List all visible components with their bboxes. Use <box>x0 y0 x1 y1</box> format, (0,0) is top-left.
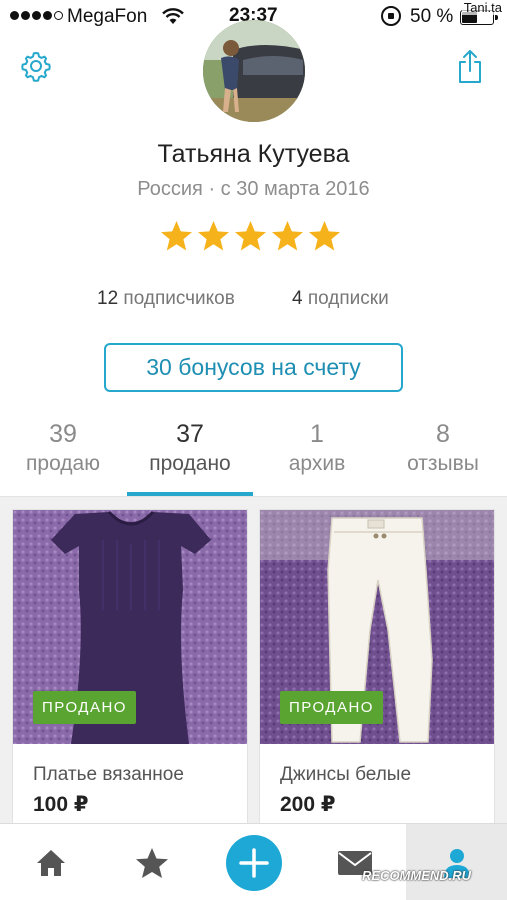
sold-badge: ПРОДАНО <box>33 691 136 724</box>
signal-strength-icon <box>10 11 63 20</box>
nav-messages[interactable] <box>304 824 405 900</box>
rating-star-icon <box>198 221 229 251</box>
listing-card[interactable]: ПРОДАНО Платье вязанное 100 ₽ <box>12 509 248 829</box>
star-icon <box>135 847 168 878</box>
followers-label: подписчиков <box>123 288 235 309</box>
tab-reviews[interactable]: 8 отзывы <box>380 418 506 476</box>
tab-label: архив <box>288 452 346 475</box>
bonus-button[interactable]: 30 бонусов на счету <box>104 343 403 392</box>
rating-star-icon <box>272 221 303 251</box>
nav-favorites[interactable] <box>101 824 202 900</box>
tab-count: 37 <box>176 420 204 448</box>
listing-price: 200 ₽ <box>280 793 336 816</box>
home-icon <box>36 849 65 876</box>
rotation-lock-icon <box>381 6 401 26</box>
followers-link[interactable]: 12 подписчиков <box>97 288 235 310</box>
sold-badge: ПРОДАНО <box>280 691 383 724</box>
following-link[interactable]: 4 подписки <box>292 288 389 310</box>
user-location: Россия · с 30 марта 2016 <box>137 178 370 200</box>
following-label: подписки <box>307 288 389 309</box>
tab-label: продано <box>149 452 231 475</box>
nav-profile[interactable] <box>406 824 507 900</box>
profile-tabs: 39 продаю 37 продано 1 архив 8 отзывы <box>0 418 507 498</box>
listing-title: Джинсы белые <box>280 764 412 785</box>
watermark-text: RECOMMEND.RU <box>362 868 472 883</box>
tab-label: отзывы <box>407 452 479 475</box>
tab-sold[interactable]: 37 продано <box>127 418 253 476</box>
tab-count: 1 <box>310 420 324 448</box>
watermark-bottom: RECOMMEND.RU <box>362 868 471 883</box>
tab-label: продаю <box>26 452 100 475</box>
listing-price: 100 ₽ <box>33 793 89 816</box>
listing-card[interactable]: ПРОДАНО Джинсы белые 200 ₽ <box>259 509 495 829</box>
following-count: 4 <box>292 288 303 309</box>
battery-percent: 50 % <box>410 6 454 27</box>
nav-home[interactable] <box>0 824 101 900</box>
add-listing-button[interactable] <box>226 835 282 891</box>
watermark-top: Tani.ta <box>461 0 504 15</box>
share-icon[interactable] <box>455 49 485 85</box>
carrier-name: MegaFon <box>67 6 148 27</box>
plus-icon <box>239 848 269 878</box>
wifi-icon <box>162 8 184 24</box>
rating-star-icon <box>309 221 340 251</box>
followers-count: 12 <box>97 288 119 309</box>
rating-stars <box>160 220 341 252</box>
user-name: Татьяна Кутуева <box>157 140 350 168</box>
tab-count: 8 <box>436 420 450 448</box>
rating-star-icon <box>235 221 266 251</box>
tab-selling[interactable]: 39 продаю <box>0 418 126 476</box>
avatar-photo <box>203 20 305 122</box>
listing-title: Платье вязанное <box>33 764 184 785</box>
avatar[interactable] <box>203 20 305 122</box>
gear-icon[interactable] <box>20 50 52 82</box>
tab-count: 39 <box>49 420 77 448</box>
rating-star-icon <box>161 221 192 251</box>
tab-archive[interactable]: 1 архив <box>254 418 380 476</box>
